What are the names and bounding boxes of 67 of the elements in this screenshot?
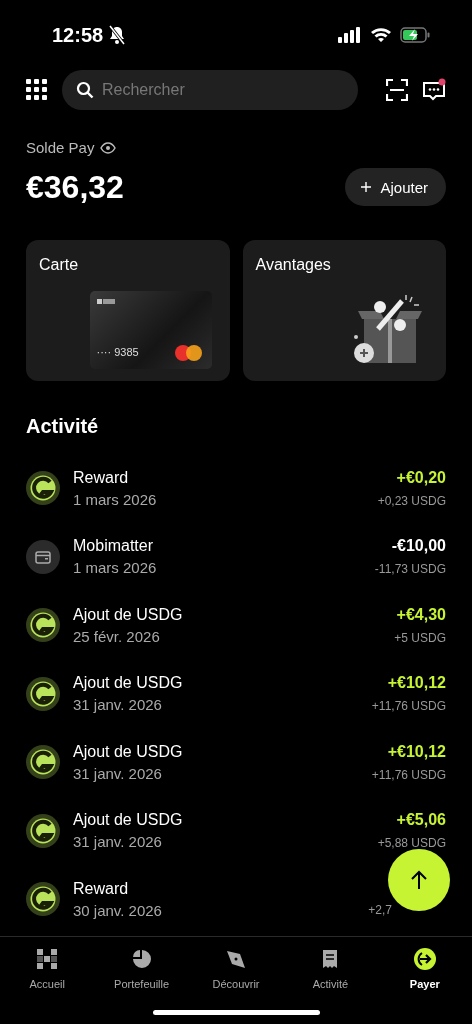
nav-tab[interactable]: Portefeuille bbox=[94, 947, 189, 990]
transaction-title: Reward bbox=[73, 468, 130, 487]
checker-icon bbox=[37, 947, 58, 971]
token-amount: -11,73 USDG bbox=[374, 562, 446, 577]
transaction-date: 1 mars 2026 bbox=[73, 490, 158, 508]
card-icon bbox=[26, 539, 60, 574]
nav-tab[interactable]: Accueil bbox=[0, 947, 95, 990]
plus-icon bbox=[361, 182, 372, 192]
balance-amount: €36,32 bbox=[26, 168, 124, 206]
token-logo-icon bbox=[26, 471, 60, 506]
receipt-icon bbox=[321, 947, 340, 971]
perks-tile[interactable]: Avantages bbox=[242, 240, 446, 381]
search-field[interactable]: Rechercher bbox=[62, 70, 358, 110]
nav-tab[interactable]: Découvrir bbox=[188, 947, 284, 990]
transaction-date: 1 mars 2026 bbox=[73, 559, 158, 577]
token-amount: +11,76 USDG bbox=[371, 767, 446, 782]
transaction-date: 31 janv. 2026 bbox=[73, 764, 163, 782]
token-amount: +2,7 bbox=[368, 903, 392, 918]
transaction-date: 31 janv. 2026 bbox=[73, 696, 163, 714]
nav-tab[interactable]: Activité bbox=[283, 947, 378, 990]
token-logo-icon bbox=[26, 608, 60, 643]
transaction-date: 30 janv. 2026 bbox=[73, 901, 163, 919]
transaction-title: Reward bbox=[73, 879, 130, 898]
token-logo-icon bbox=[26, 882, 60, 917]
token-amount: +11,76 USDG bbox=[371, 699, 446, 714]
nav-tab[interactable]: Payer bbox=[377, 947, 472, 990]
transaction-amount: +€0,20 bbox=[396, 468, 446, 487]
status-time: 12:58 bbox=[52, 23, 104, 47]
chat-icon[interactable] bbox=[422, 78, 446, 102]
card-tile[interactable]: Carte ···· 9385 bbox=[26, 240, 230, 381]
arrow-up-icon bbox=[410, 870, 428, 890]
transaction-amount: +€10,12 bbox=[387, 674, 446, 693]
card-number: ···· 9385 bbox=[96, 346, 139, 358]
token-logo-icon bbox=[26, 745, 60, 780]
token-amount: +5 USDG bbox=[394, 630, 446, 645]
transaction-amount: +€4,30 bbox=[396, 605, 446, 624]
token-logo-icon bbox=[26, 676, 60, 711]
transaction-date: 31 janv. 2026 bbox=[73, 833, 163, 851]
transaction-title: Ajout de USDG bbox=[73, 674, 184, 693]
card-logo-icon bbox=[96, 299, 115, 304]
balance-label: Solde Pay bbox=[26, 139, 95, 156]
wifi-icon bbox=[370, 27, 392, 43]
signal-icon bbox=[338, 27, 362, 43]
tile-title: Avantages bbox=[255, 256, 331, 274]
transaction-title: Ajout de USDG bbox=[73, 605, 184, 624]
token-amount: +0,23 USDG bbox=[377, 493, 446, 508]
transaction-title: Mobimatter bbox=[73, 537, 155, 556]
transaction-amount: -€10,00 bbox=[391, 537, 446, 556]
pay-icon bbox=[412, 947, 437, 971]
token-amount: +5,88 USDG bbox=[377, 836, 446, 851]
search-icon bbox=[76, 81, 94, 99]
mastercard-logo-icon bbox=[174, 345, 202, 361]
add-button[interactable]: Ajouter bbox=[345, 168, 446, 206]
transaction-amount: +€5,06 bbox=[396, 811, 446, 830]
apps-grid-icon[interactable] bbox=[26, 79, 48, 101]
section-title: Activité bbox=[26, 415, 99, 438]
tile-title: Carte bbox=[39, 256, 79, 274]
battery-charging-icon bbox=[400, 27, 430, 43]
bank-card-drawing[interactable]: ···· 9385 bbox=[89, 291, 212, 369]
transaction-amount: +€10,12 bbox=[387, 742, 446, 761]
transaction-title: Ajout de USDG bbox=[73, 811, 184, 830]
eye-icon[interactable] bbox=[100, 141, 117, 154]
token-logo-icon bbox=[26, 813, 60, 848]
transaction-date: 25 févr. 2026 bbox=[73, 627, 161, 645]
scan-icon[interactable] bbox=[386, 79, 408, 101]
pie-chart-icon bbox=[131, 947, 152, 971]
transaction-title: Ajout de USDG bbox=[73, 742, 184, 761]
